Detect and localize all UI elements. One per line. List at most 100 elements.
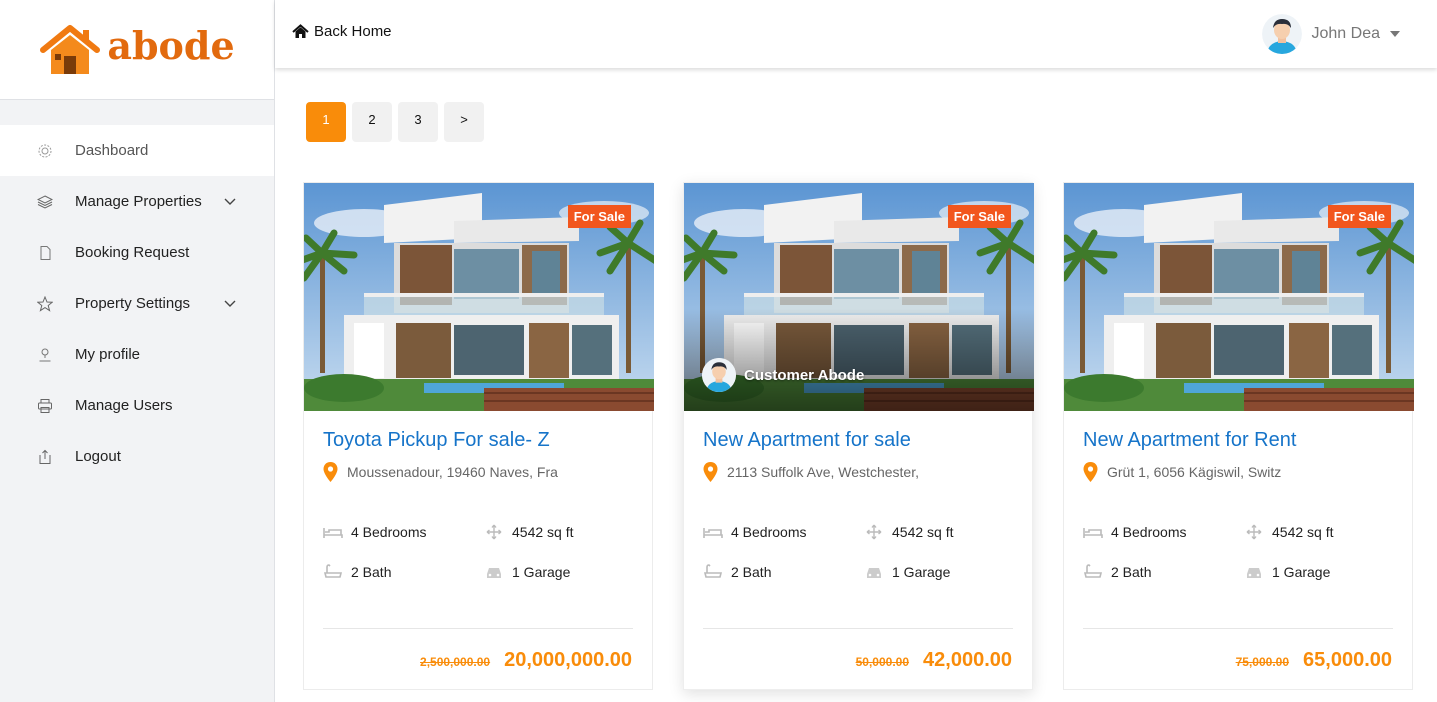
feature-area: 4542 sq ft (864, 524, 954, 540)
bathtub-icon (703, 564, 723, 578)
price: 65,000.00 (1303, 649, 1392, 671)
location-pin-icon (703, 462, 718, 482)
sidebar-item-logout[interactable]: Logout (0, 431, 274, 482)
user-name: John Dea (1311, 25, 1381, 42)
sidebar-item-label: Logout (75, 448, 121, 465)
logo-text: abode (107, 23, 235, 68)
feature-label: 4 Bedrooms (731, 524, 807, 540)
address-text: 2113 Suffolk Ave, Westchester, (727, 464, 919, 480)
brand-logo[interactable]: abode (39, 23, 235, 76)
move-arrows-icon (866, 524, 882, 540)
car-icon (1247, 568, 1261, 578)
logout-icon (37, 449, 53, 465)
property-image[interactable]: For Sale (1064, 183, 1414, 411)
chevron-down-icon[interactable] (222, 296, 238, 312)
location-pin-icon (1083, 462, 1098, 482)
sidebar-menu: Dashboard Manage Properties Booking Requ… (0, 125, 274, 482)
sidebar-item-label: Property Settings (75, 295, 191, 312)
sidebar-item-property-settings[interactable]: Property Settings (0, 278, 274, 329)
sidebar-item-manage-properties[interactable]: Manage Properties (0, 176, 274, 227)
feature-label: 4 Bedrooms (1111, 524, 1187, 540)
card-divider (323, 628, 633, 629)
property-title[interactable]: Toyota Pickup For sale- Z (323, 429, 550, 452)
feature-label: 1 Garage (512, 564, 571, 580)
caret-down-icon (1390, 31, 1400, 37)
page-button-next[interactable]: > (444, 102, 484, 142)
avatar (1262, 14, 1302, 54)
status-badge: For Sale (1327, 205, 1391, 228)
old-price: 50,000.00 (855, 655, 910, 669)
feature-label: 4542 sq ft (512, 524, 574, 540)
car-icon (487, 568, 501, 578)
old-price: 2,500,000.00 (420, 655, 491, 669)
gear-icon (37, 143, 53, 159)
page-button-1[interactable]: 1 (306, 102, 346, 142)
user-icon (37, 347, 53, 363)
sidebar-item-my-profile[interactable]: My profile (0, 329, 274, 380)
logo-area: abode (0, 0, 274, 100)
property-image[interactable]: For Sale Customer Abode (684, 183, 1034, 411)
house-logo-icon (40, 24, 101, 74)
feature-label: 1 Garage (1272, 564, 1331, 580)
move-arrows-icon (486, 524, 502, 540)
property-card[interactable]: For Sale Toyota Pickup For sale- Z Mouss… (303, 182, 653, 690)
top-bar: Back Home John Dea (275, 0, 1437, 68)
location-pin-icon (323, 462, 338, 482)
sidebar-item-label: Manage Properties (75, 193, 202, 210)
document-icon (37, 245, 53, 261)
bed-icon (323, 528, 343, 538)
bed-icon (703, 528, 723, 538)
car-icon (867, 568, 881, 578)
property-card[interactable]: For Sale Customer Abode New Apartment fo… (683, 182, 1034, 690)
property-title[interactable]: New Apartment for Rent (1083, 429, 1296, 452)
back-home-link[interactable]: Back Home (292, 23, 392, 40)
price: 42,000.00 (923, 649, 1012, 671)
page-button-2[interactable]: 2 (352, 102, 392, 142)
move-arrows-icon (1246, 524, 1262, 540)
sidebar-item-label: Dashboard (75, 142, 149, 159)
property-address: Moussenadour, 19460 Naves, Fra (323, 462, 558, 482)
status-badge: For Sale (947, 205, 1011, 228)
printer-icon (37, 398, 53, 414)
address-text: Grüt 1, 6056 Kägiswil, Switz (1107, 464, 1282, 480)
feature-garage: 1 Garage (484, 564, 570, 580)
feature-garage: 1 Garage (1244, 564, 1330, 580)
bed-icon (1083, 528, 1103, 538)
price-row: 2,500,000.00 20,000,000.00 (420, 649, 632, 672)
feature-label: 1 Garage (892, 564, 951, 580)
address-text: Moussenadour, 19460 Naves, Fra (347, 464, 558, 480)
property-address: Grüt 1, 6056 Kägiswil, Switz (1083, 462, 1281, 482)
property-address: 2113 Suffolk Ave, Westchester, (703, 462, 919, 482)
feature-label: 4 Bedrooms (351, 524, 427, 540)
user-menu[interactable]: John Dea (1262, 14, 1400, 54)
back-home-label: Back Home (314, 23, 392, 40)
feature-area: 4542 sq ft (484, 524, 574, 540)
bathtub-icon (323, 564, 343, 578)
star-icon (37, 295, 53, 312)
feature-bedrooms: 4 Bedrooms (1083, 524, 1186, 540)
sidebar-item-manage-users[interactable]: Manage Users (0, 380, 274, 431)
price-row: 75,000.00 65,000.00 (1236, 649, 1392, 672)
property-title[interactable]: New Apartment for sale (703, 429, 911, 452)
sidebar-item-label: My profile (75, 346, 141, 363)
feature-bedrooms: 4 Bedrooms (323, 524, 426, 540)
bathtub-icon (1083, 564, 1103, 578)
sidebar-item-label: Manage Users (75, 397, 173, 414)
card-divider (1083, 628, 1393, 629)
status-badge: For Sale (567, 205, 631, 228)
feature-bedrooms: 4 Bedrooms (703, 524, 806, 540)
page-button-3[interactable]: 3 (398, 102, 438, 142)
home-icon (292, 24, 309, 38)
feature-bath: 2 Bath (1083, 564, 1151, 580)
agent-info[interactable]: Customer Abode (702, 358, 864, 392)
feature-label: 2 Bath (731, 564, 772, 580)
sidebar-item-booking-request[interactable]: Booking Request (0, 227, 274, 278)
layers-icon (37, 194, 53, 210)
chevron-down-icon[interactable] (222, 194, 238, 210)
sidebar-item-dashboard[interactable]: Dashboard (0, 125, 274, 176)
property-card[interactable]: For Sale New Apartment for Rent Grüt 1, … (1063, 182, 1413, 690)
feature-bath: 2 Bath (703, 564, 771, 580)
feature-area: 4542 sq ft (1244, 524, 1334, 540)
price-row: 50,000.00 42,000.00 (856, 649, 1012, 672)
property-image[interactable]: For Sale (304, 183, 654, 411)
